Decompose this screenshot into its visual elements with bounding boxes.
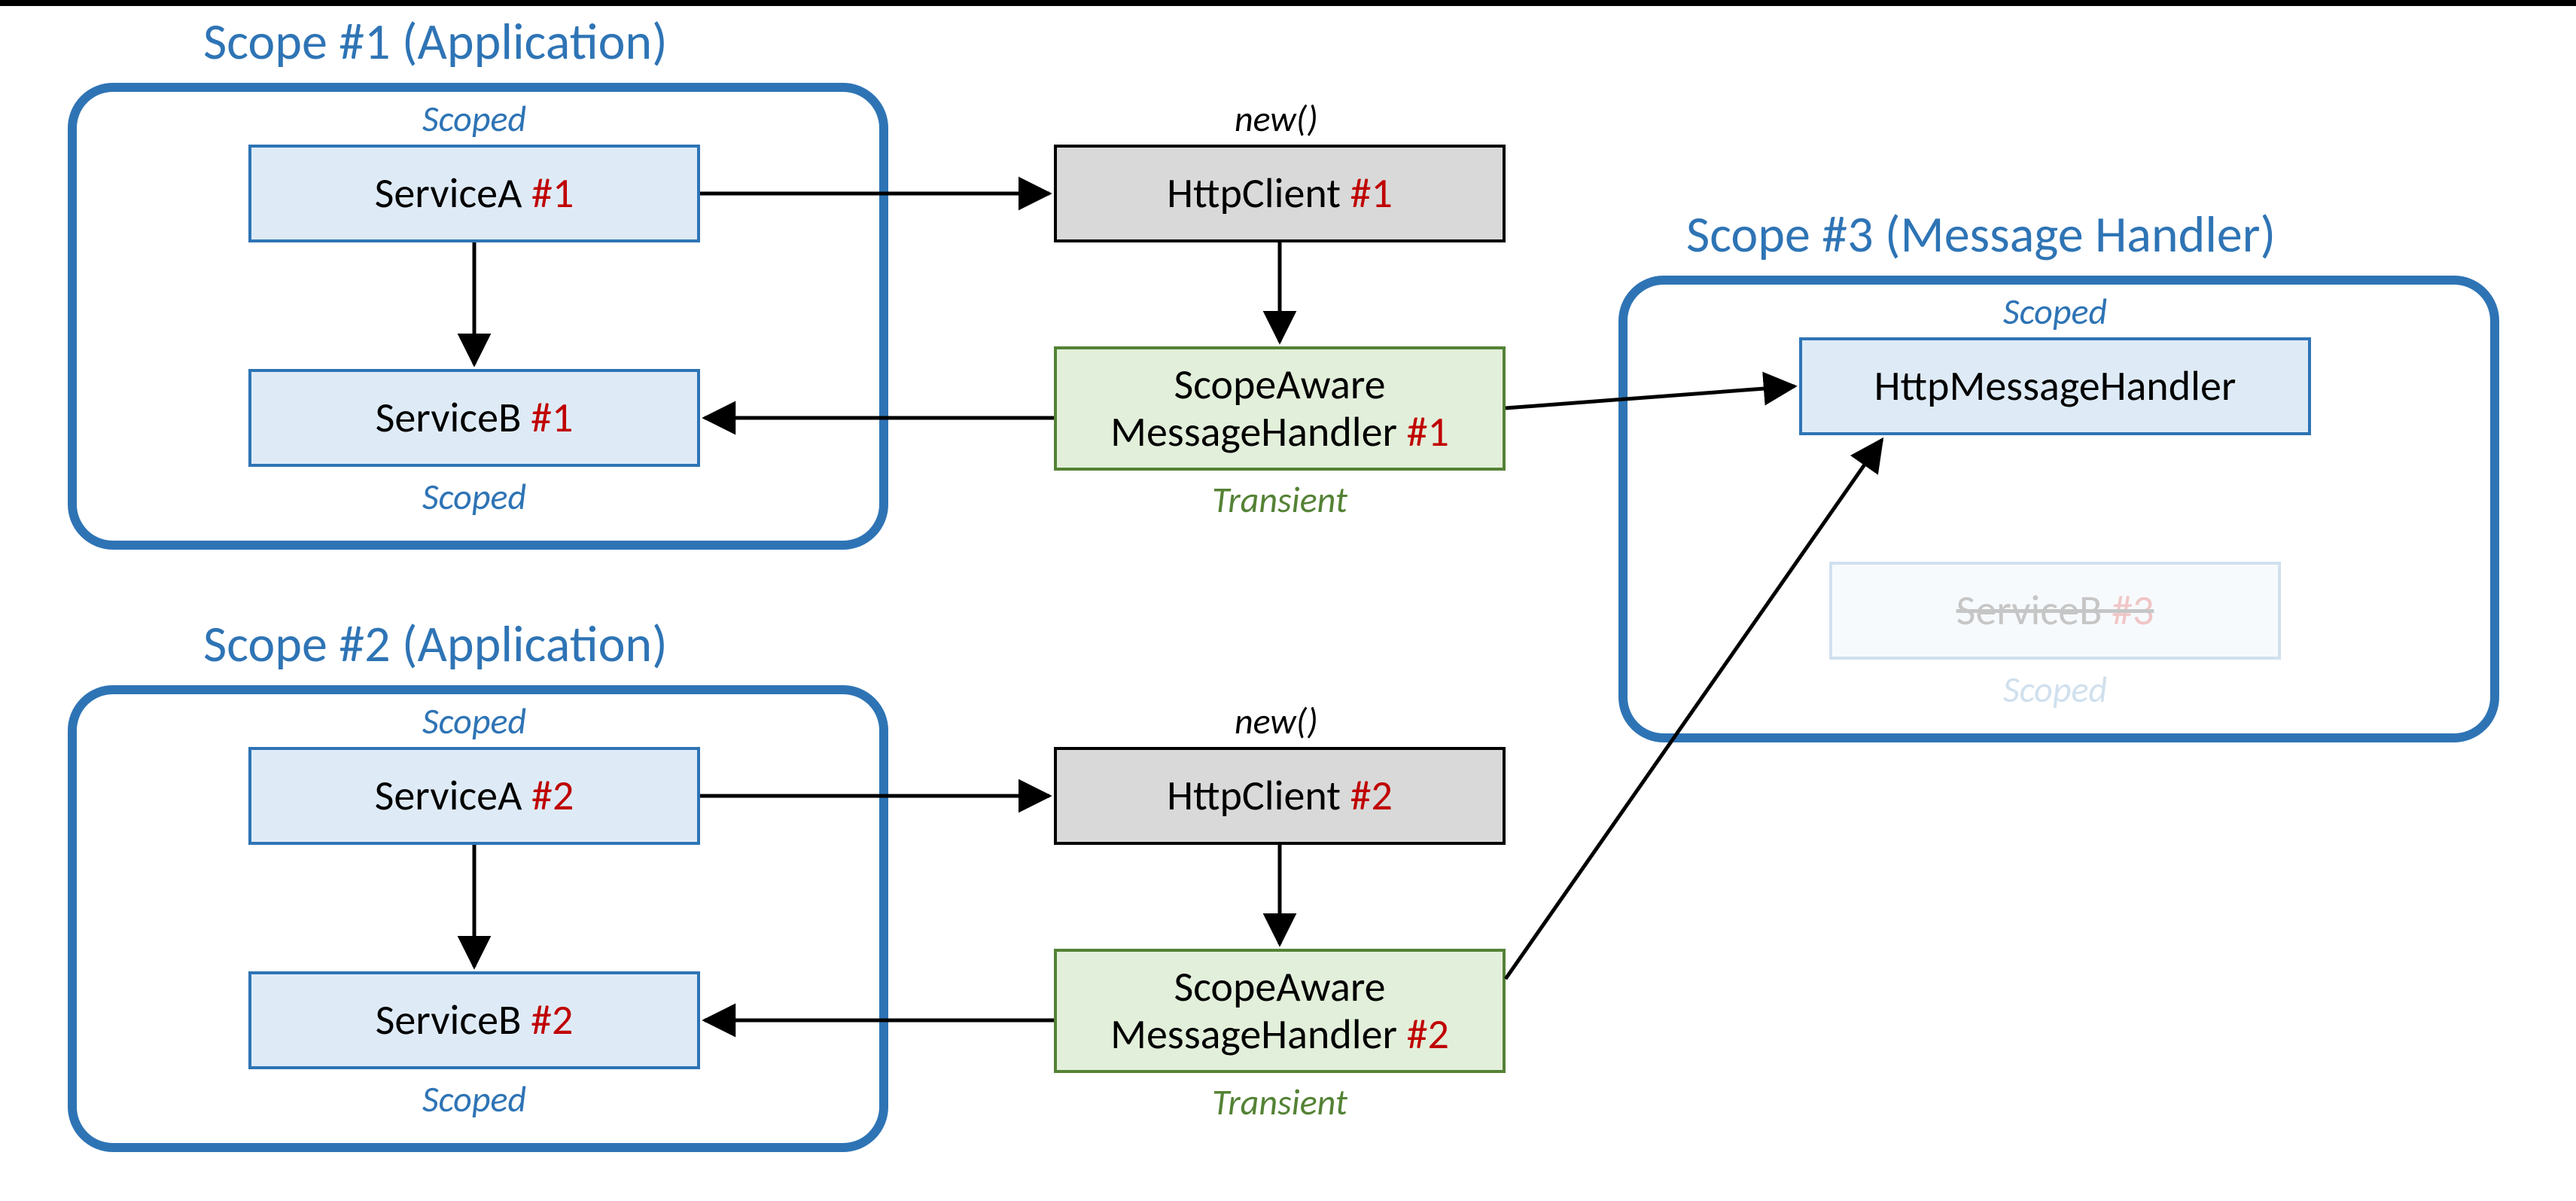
box-serviceA2: ServiceA #2 [248, 747, 700, 845]
scope2-title: Scope #2 (Application) [203, 613, 668, 675]
box-samh2-content: ScopeAware MessageHandler #2 [1110, 964, 1449, 1058]
box-serviceB2: ServiceB #2 [248, 971, 700, 1069]
box-samh1-line1: ScopeAware [1174, 359, 1385, 410]
box-samh2-line1: ScopeAware [1174, 962, 1385, 1013]
diagram-canvas: Scope #1 (Application) Scoped ServiceA #… [0, 0, 2576, 1201]
box-serviceA2-text: ServiceA [375, 773, 531, 820]
scope1-svcB-lifetime: Scoped [399, 474, 550, 519]
box-hmh-text: HttpMessageHandler [1874, 363, 2236, 410]
box-httpclient1-text: HttpClient [1167, 170, 1350, 218]
top-border [0, 0, 2576, 6]
box-scopeaware-mh2: ScopeAware MessageHandler #2 [1054, 949, 1506, 1073]
box-serviceB2-num: #2 [531, 997, 573, 1044]
box-serviceA2-num: #2 [531, 773, 574, 820]
box-httpclient2-num: #2 [1350, 773, 1393, 820]
box-samh2-line2a: MessageHandler [1110, 1009, 1407, 1060]
box-samh1-content: ScopeAware MessageHandler #1 [1110, 361, 1449, 456]
box-serviceB2-text: ServiceB [376, 997, 531, 1044]
scope1-svcA-lifetime: Scoped [399, 96, 550, 141]
box-httpclient2-text: HttpClient [1167, 773, 1350, 820]
samh1-lifetime: Transient [1197, 477, 1363, 522]
http1-new-label: new() [1235, 96, 1318, 141]
box-serviceB1-num: #1 [531, 395, 573, 442]
box-httpclient1: HttpClient #1 [1054, 145, 1506, 242]
box-serviceA1: ServiceA #1 [248, 145, 700, 242]
box-scopeaware-mh1: ScopeAware MessageHandler #1 [1054, 346, 1506, 471]
box-samh1-num: #1 [1407, 407, 1449, 458]
scope2-svcB-lifetime: Scoped [399, 1077, 550, 1121]
box-httpclient1-num: #1 [1350, 170, 1393, 218]
scope3-svcB3-lifetime: Scoped [1980, 667, 2130, 712]
scope1-title: Scope #1 (Application) [203, 11, 668, 73]
box-serviceA1-text: ServiceA [375, 170, 531, 218]
http2-new-label: new() [1235, 699, 1318, 743]
box-serviceA1-num: #1 [531, 170, 574, 218]
box-serviceB3-num: #3 [2112, 585, 2154, 636]
box-serviceB1-text: ServiceB [376, 395, 531, 442]
box-serviceB3-content: ServiceB #3 [1956, 587, 2154, 635]
box-samh2-num: #2 [1407, 1009, 1449, 1060]
box-serviceB3-faded: ServiceB #3 [1829, 562, 2281, 660]
box-samh1-line2a: MessageHandler [1110, 407, 1407, 458]
box-httpclient2: HttpClient #2 [1054, 747, 1506, 845]
scope3-title: Scope #3 (Message Handler) [1686, 203, 2276, 266]
box-serviceB1: ServiceB #1 [248, 369, 700, 467]
box-httpmessagehandler: HttpMessageHandler [1799, 337, 2311, 435]
scope3-hmh-lifetime: Scoped [1980, 289, 2130, 334]
scope2-svcA-lifetime: Scoped [399, 699, 550, 743]
box-serviceB3-text: ServiceB [1956, 585, 2112, 636]
samh2-lifetime: Transient [1197, 1080, 1363, 1124]
